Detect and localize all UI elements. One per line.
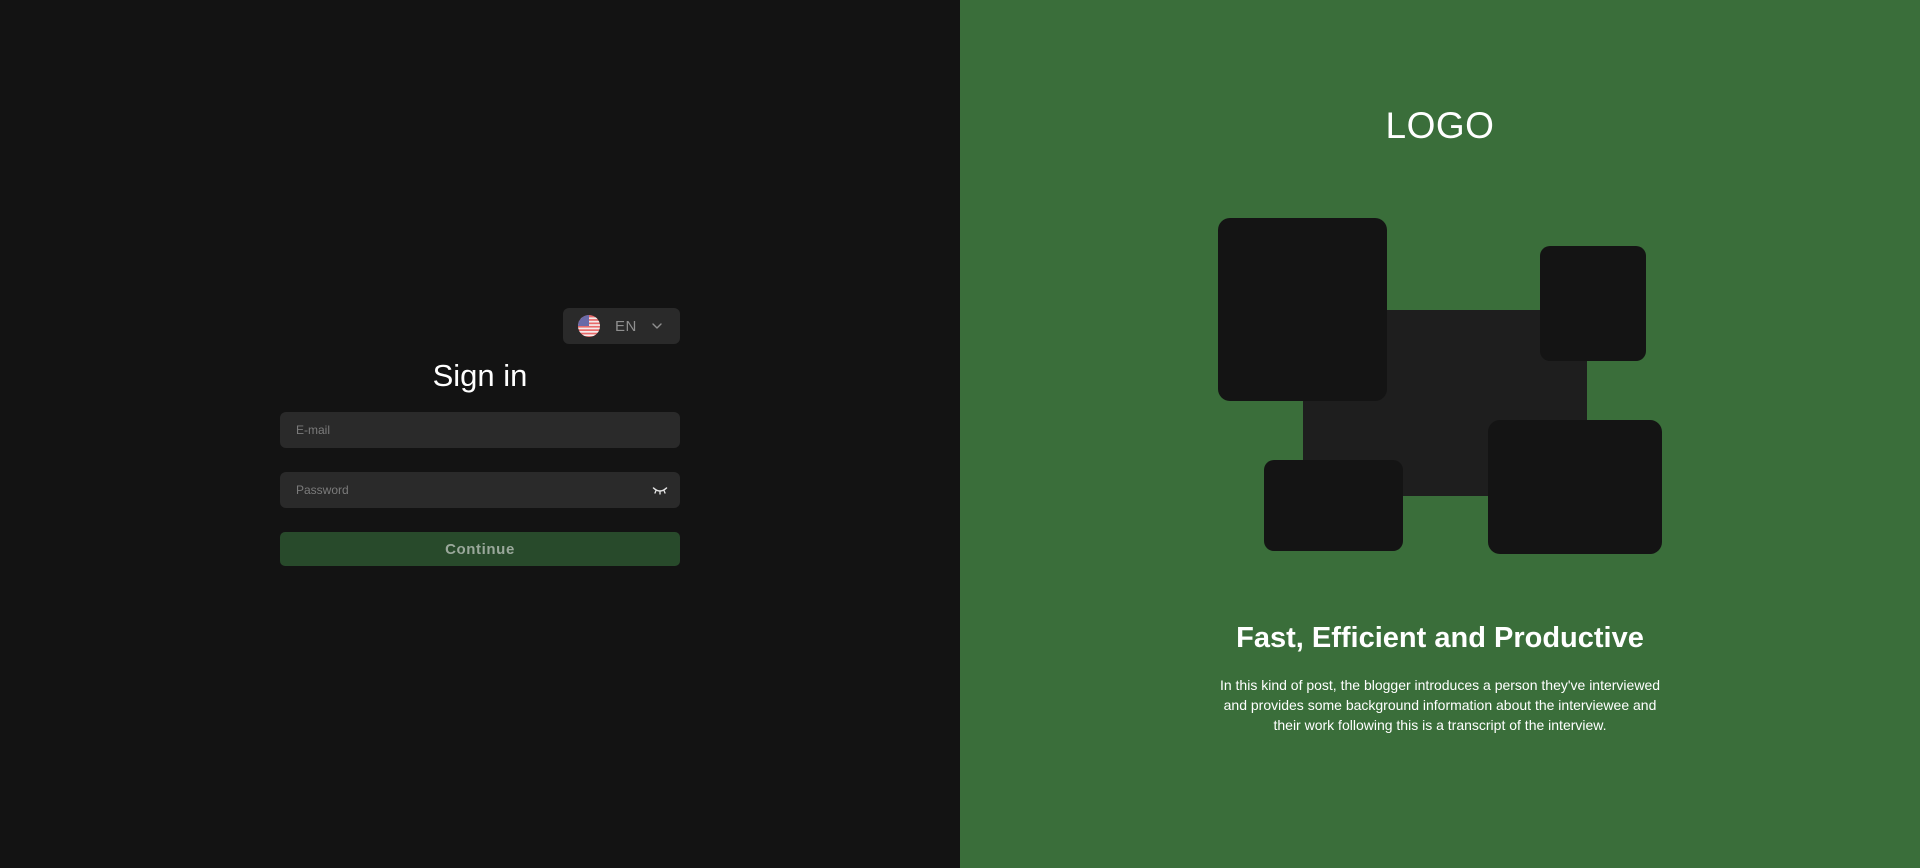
illustration-tile-bottom-right: [1488, 420, 1662, 554]
language-selector[interactable]: EN: [563, 308, 680, 344]
password-field[interactable]: [280, 472, 680, 508]
continue-button[interactable]: Continue: [280, 532, 680, 566]
promo-description: In this kind of post, the blogger introd…: [1219, 677, 1661, 733]
chevron-down-icon: [652, 323, 662, 329]
eye-closed-icon[interactable]: [652, 484, 668, 496]
promo-headline: Fast, Efficient and Productive: [1236, 622, 1644, 654]
logo: LOGO: [1385, 105, 1495, 146]
illustration-tile-bottom-left: [1264, 460, 1403, 551]
us-flag-icon: [578, 315, 600, 337]
language-code: EN: [615, 317, 637, 335]
illustration-tile-top-left: [1218, 218, 1387, 401]
signin-title: Sign in: [432, 358, 528, 393]
illustration-tile-top-right: [1540, 246, 1646, 361]
email-field[interactable]: [280, 412, 680, 448]
signin-panel: EN Sign in Continue: [0, 0, 960, 868]
promo-panel: LOGO Fast, Efficient and Productive In t…: [960, 0, 1920, 868]
